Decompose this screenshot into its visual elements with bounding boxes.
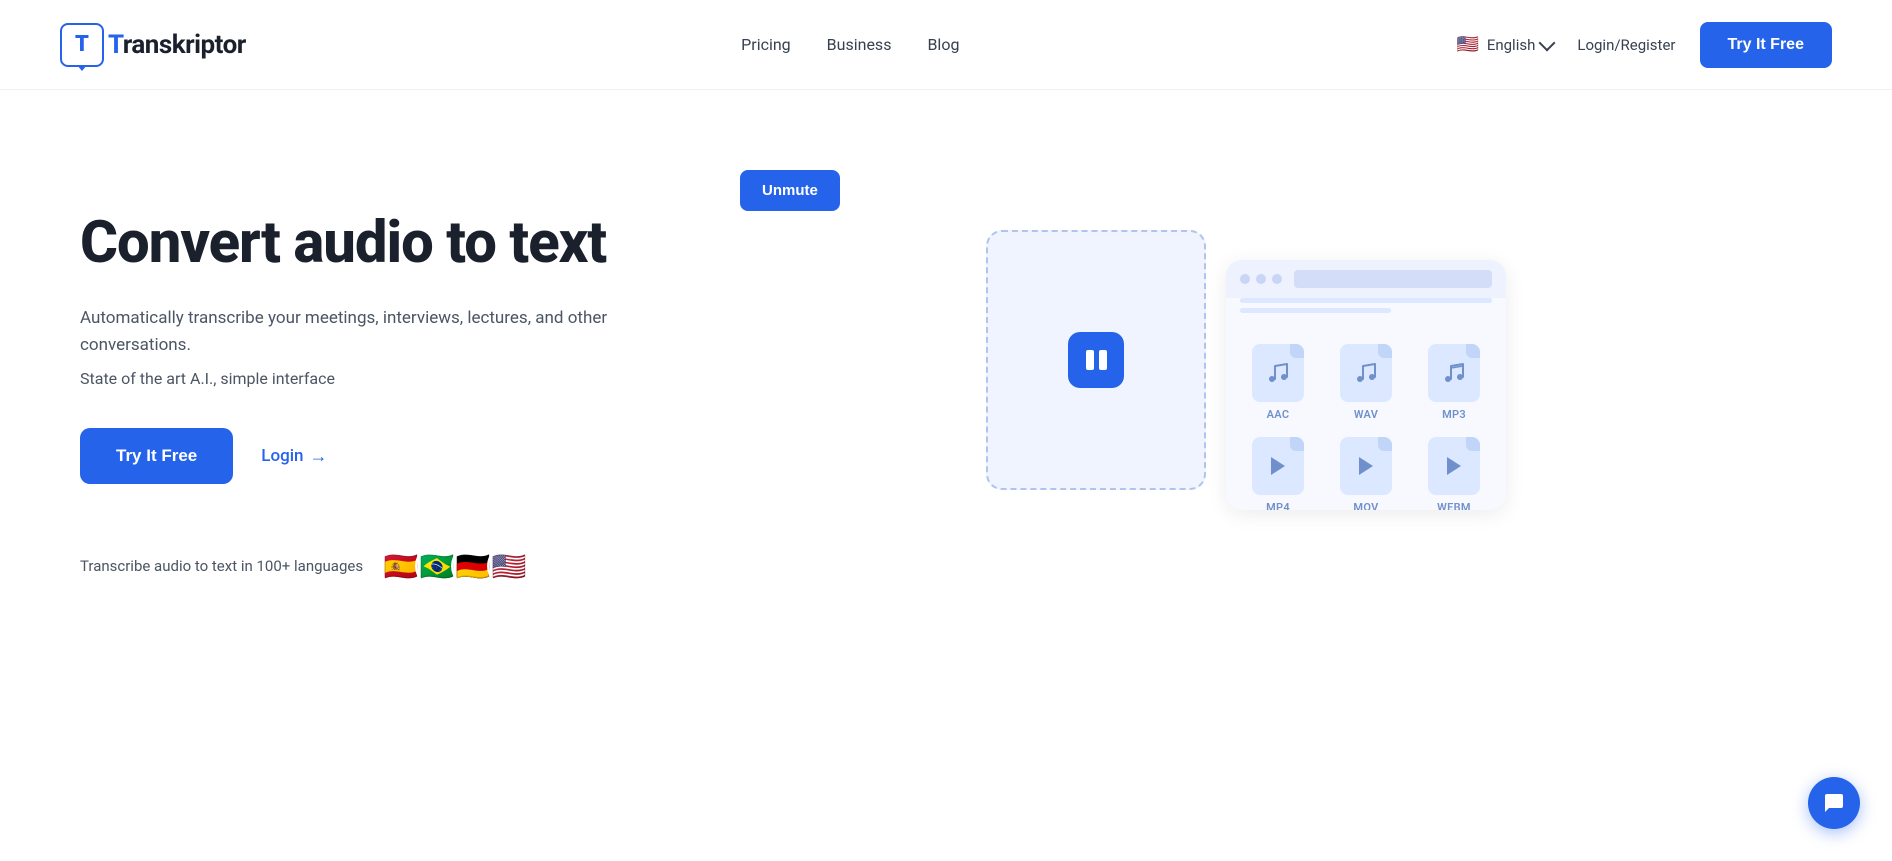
languages-text: Transcribe audio to text in 100+ languag… [80,557,363,575]
file-icon-webm [1428,437,1480,495]
hero-tagline: State of the art A.I., simple interface [80,369,680,388]
browser-dot-2 [1256,274,1266,284]
file-item-mp3: MP3 [1418,344,1490,421]
file-label-mp4: MP4 [1266,501,1290,510]
hero-try-free-button[interactable]: Try It Free [80,428,233,484]
file-item-webm: WEBM [1418,437,1490,510]
file-icon-mp4 [1252,437,1304,495]
arrow-icon: → [310,446,328,467]
file-label-mp3: MP3 [1442,408,1466,421]
file-label-webm: WEBM [1437,501,1471,510]
pause-bar-right [1099,350,1107,370]
hero-subtitle: Automatically transcribe your meetings, … [80,305,680,359]
flag-usa: 🇺🇸 [487,544,531,588]
file-label-aac: AAC [1267,408,1290,421]
nav-links: Pricing Business Blog [741,35,959,54]
navbar-try-free-button[interactable]: Try It Free [1700,22,1832,68]
hero-left: Convert audio to text Automatically tran… [80,170,680,588]
hero-right: Unmute [680,170,1812,550]
file-item-wav: WAV [1330,344,1402,421]
browser-dot-1 [1240,274,1250,284]
languages-row: Transcribe audio to text in 100+ languag… [80,544,680,588]
logo-text: Transkriptor [108,30,246,60]
file-types-panel: AAC WAV [1226,260,1506,510]
play-icon-3 [1442,454,1466,478]
browser-bar [1226,260,1506,298]
file-item-mp4: MP4 [1242,437,1314,510]
logo[interactable]: T Transkriptor [60,23,246,67]
file-item-aac: AAC [1242,344,1314,421]
file-icon-mov [1340,437,1392,495]
hero-title: Convert audio to text [80,210,680,277]
media-player-panel [986,230,1206,490]
browser-search-bar [1294,270,1492,288]
file-icon-mp3 [1428,344,1480,402]
file-label-wav: WAV [1354,408,1378,421]
file-icon-aac [1252,344,1304,402]
music-note-icon-2 [1354,361,1378,385]
text-line-1 [1240,298,1492,303]
browser-dot-3 [1272,274,1282,284]
hero-cta: Try It Free Login → [80,428,680,484]
unmute-button[interactable]: Unmute [740,170,840,211]
chat-widget[interactable] [1808,777,1860,829]
nav-pricing[interactable]: Pricing [741,35,791,54]
play-icon [1266,454,1290,478]
hero-login-link[interactable]: Login → [261,446,327,467]
file-icon-wav [1340,344,1392,402]
login-register-link[interactable]: Login/Register [1577,36,1675,54]
language-selector[interactable]: 🇺🇸 English [1455,32,1554,58]
illustration-container: AAC WAV [986,230,1506,550]
chevron-down-icon [1539,34,1556,51]
music-note-icon [1266,361,1290,385]
music-note-icon-3 [1442,361,1466,385]
play-icon-2 [1354,454,1378,478]
flag-stack: 🇪🇸 🇧🇷 🇩🇪 🇺🇸 [379,544,531,588]
nav-business[interactable]: Business [827,35,892,54]
navbar: T Transkriptor Pricing Business Blog 🇺🇸 … [0,0,1892,90]
file-grid: AAC WAV [1226,326,1506,510]
logo-icon: T [60,23,104,67]
chat-icon [1822,791,1846,815]
us-flag-icon: 🇺🇸 [1455,32,1481,58]
pause-bar-left [1086,350,1094,370]
hero-login-label: Login [261,446,303,466]
text-lines [1226,298,1506,326]
file-label-mov: MOV [1353,501,1378,510]
nav-blog[interactable]: Blog [927,35,959,54]
text-line-2 [1240,308,1391,313]
pause-button-illustration [1068,332,1124,388]
hero-section: Convert audio to text Automatically tran… [0,90,1892,861]
nav-right: 🇺🇸 English Login/Register Try It Free [1455,22,1832,68]
language-label: English [1487,36,1536,54]
file-item-mov: MOV [1330,437,1402,510]
